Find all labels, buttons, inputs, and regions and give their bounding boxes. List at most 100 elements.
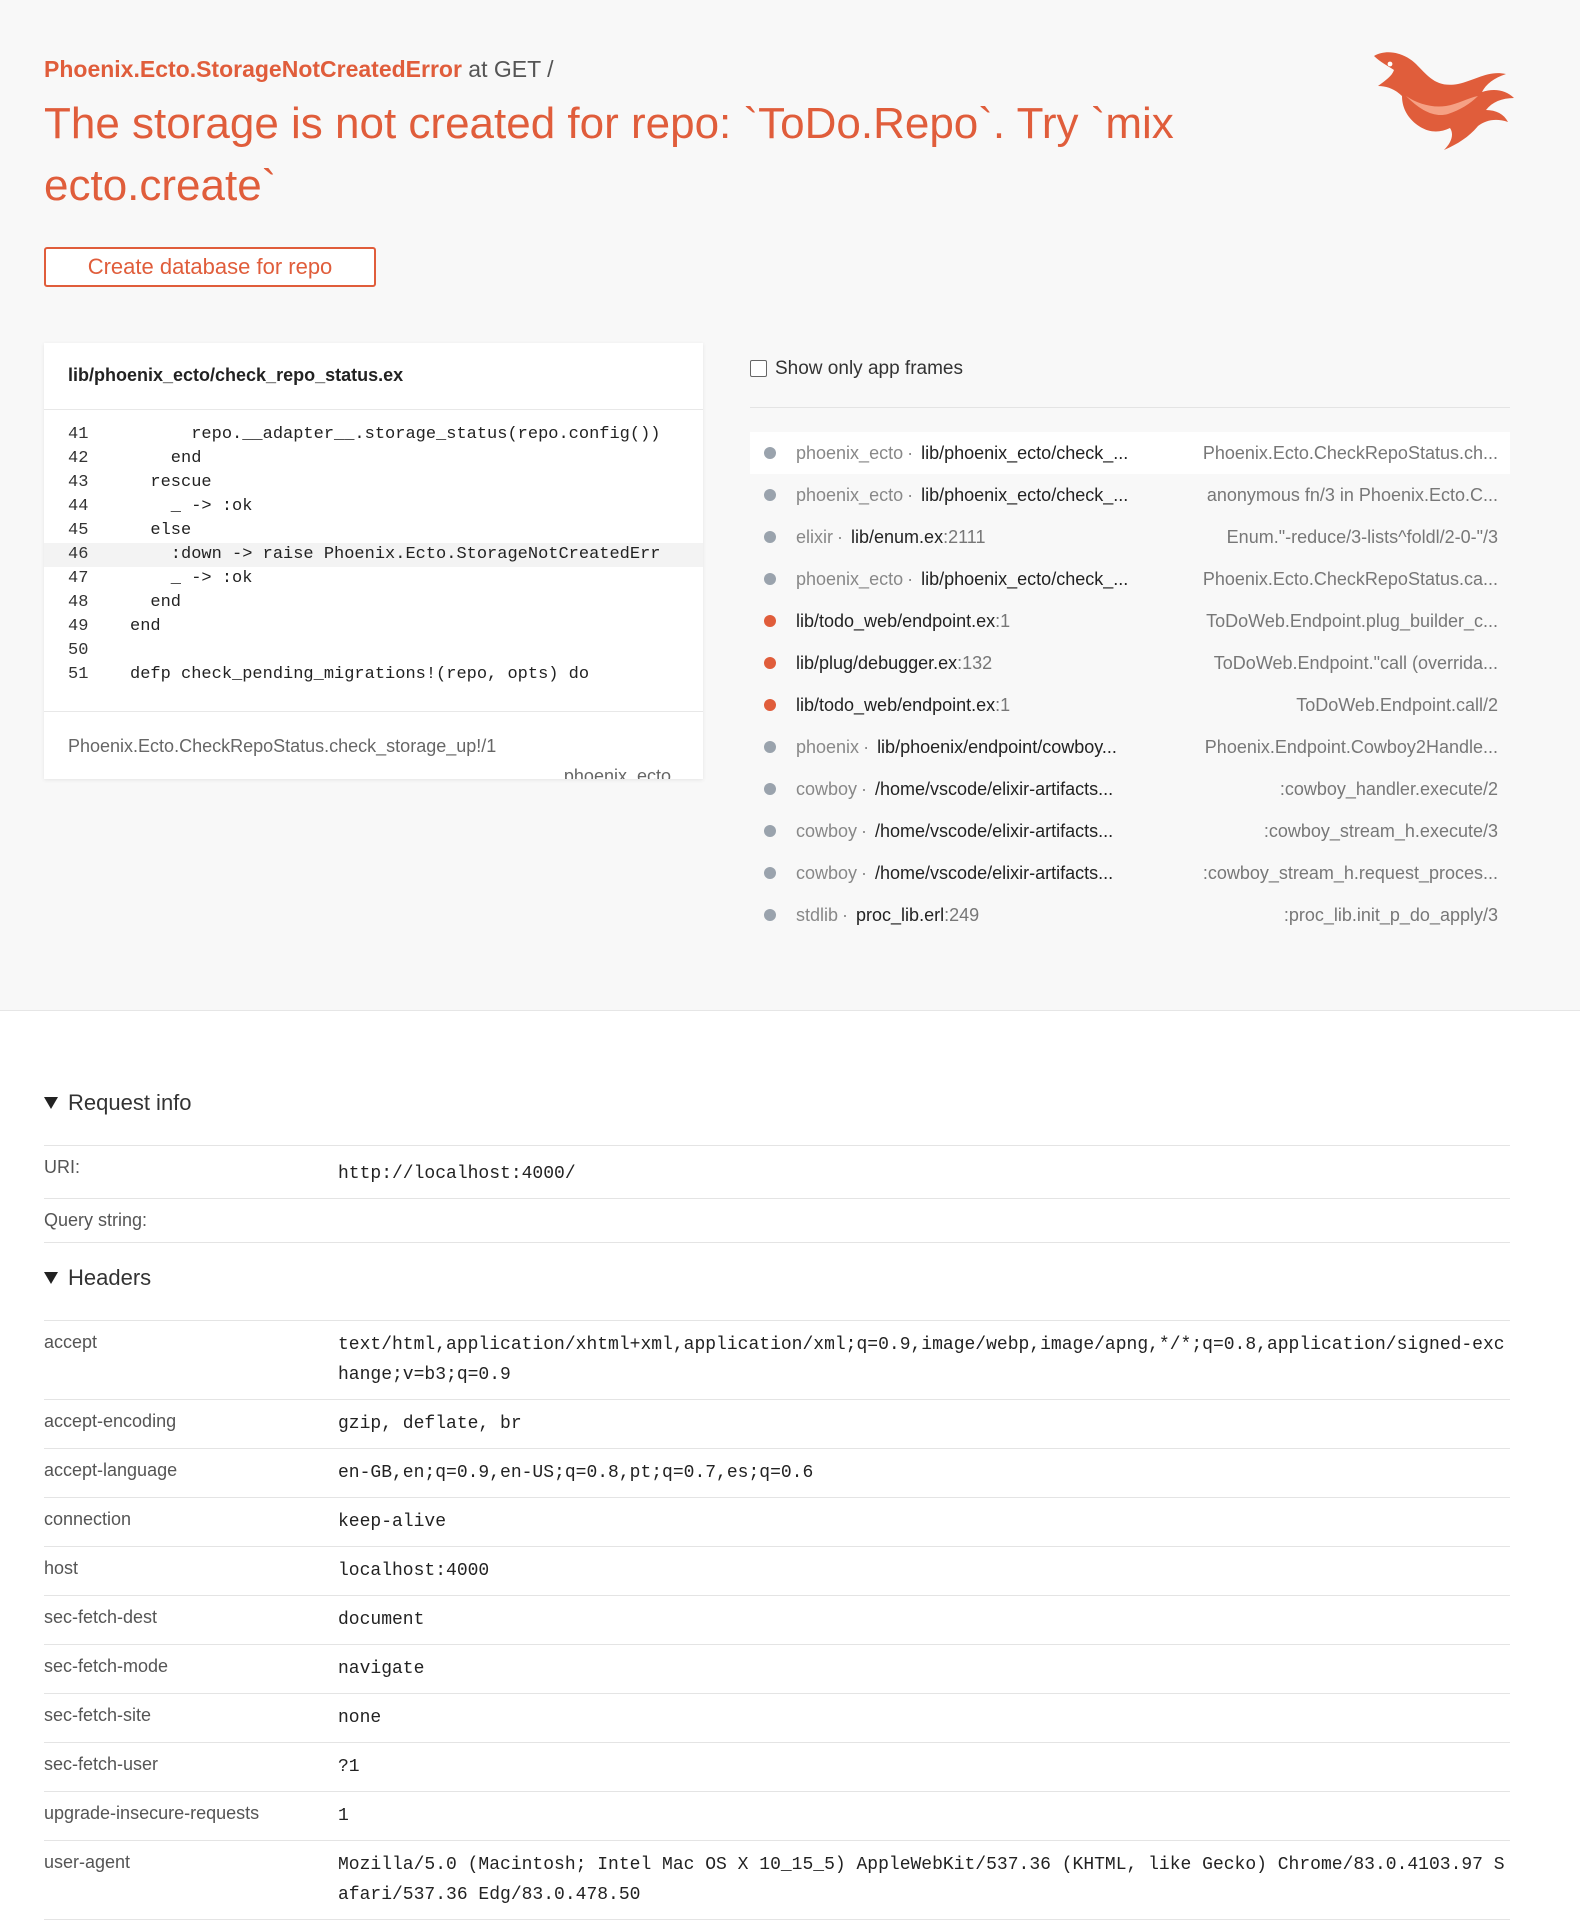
code-line: 45 else [44, 519, 703, 543]
code-line: 44 _ -> :ok [44, 495, 703, 519]
frame-line: :1 [995, 610, 1011, 631]
triangle-down-icon[interactable] [44, 1097, 58, 1109]
frame-location: cowboy · /home/vscode/elixir-artifacts... [750, 779, 1113, 800]
frame-function: Phoenix.Ecto.CheckRepoStatus.ch... [1202, 442, 1498, 463]
frame-separator: · [863, 736, 870, 757]
line-source: end [130, 617, 161, 636]
table-row: user-agent Mozilla/5.0 (Macintosh; Intel … [44, 1841, 1510, 1920]
stack-frame-app[interactable]: lib/todo_web/endpoint.ex:1 ToDoWeb.Endpo… [750, 684, 1510, 726]
row-key: URI: [44, 1157, 80, 1177]
request-route: at GET / [461, 56, 554, 82]
row-value: ?1 [338, 1757, 360, 1777]
row-key: sec-fetch-mode [44, 1656, 169, 1676]
stack-frame[interactable]: elixir · lib/enum.ex:2111 Enum."-reduce/3-… [750, 516, 1510, 558]
code-line: 51 defp check_pending_migrations!(repo, o… [44, 663, 703, 687]
line-number: 51 [68, 665, 89, 684]
table-row: accept text/html,application/xhtml+xml,ap… [44, 1321, 1510, 1400]
line-source: end [130, 593, 182, 612]
headers-toggle[interactable]: Headers [44, 1265, 151, 1291]
frame-location: elixir · lib/enum.ex:2111 [750, 527, 985, 548]
frame-function: ToDoWeb.Endpoint.call/2 [1296, 694, 1498, 715]
phoenix-logo-icon [1374, 52, 1514, 151]
exception-name: Phoenix.Ecto.StorageNotCreatedError [44, 56, 462, 82]
line-source: rescue [130, 473, 212, 492]
frame-dot [764, 909, 776, 921]
frame-app: phoenix_ecto [796, 568, 904, 589]
triangle-down-icon[interactable] [44, 1272, 58, 1284]
code-line: 50 [44, 639, 703, 663]
frame-dot [764, 615, 776, 627]
code-line: 41 repo.__adapter__.storage_status(repo.… [44, 423, 703, 447]
show-app-frames-toggle[interactable]: Show only app frames [750, 358, 1510, 408]
table-row: sec-fetch-dest document [44, 1596, 1510, 1645]
row-value: 1 [338, 1806, 349, 1826]
code-line: 43 rescue [44, 471, 703, 495]
row-value: en-GB,en;q=0.9,en-US;q=0.8,pt;q=0.7,es;q… [338, 1463, 814, 1483]
frame-function: Phoenix.Endpoint.Cowboy2Handle... [1204, 736, 1498, 757]
frame-separator: · [861, 778, 868, 799]
line-number: 43 [68, 473, 89, 492]
frame-location: cowboy · /home/vscode/elixir-artifacts... [750, 821, 1113, 842]
frame-file: /home/vscode/elixir-artifacts... [875, 862, 1114, 883]
stack-frame[interactable]: stdlib · proc_lib.erl:249 :proc_lib.init_p… [750, 894, 1510, 936]
frame-separator: · [907, 442, 914, 463]
frame-app: cowboy [796, 862, 858, 883]
frame-separator: · [907, 568, 914, 589]
stack-frame[interactable]: phoenix_ecto · lib/phoenix_ecto/check_... … [750, 432, 1510, 474]
code-lines: 41 repo.__adapter__.storage_status(repo.… [44, 423, 703, 687]
code-line: 49 end [44, 615, 703, 639]
stack-frame-app[interactable]: lib/plug/debugger.ex:132 ToDoWeb.Endpoin… [750, 642, 1510, 684]
line-number: 49 [68, 617, 89, 636]
error-header-section: Phoenix.Ecto.StorageNotCreatedError at G… [0, 0, 1580, 1011]
frame-separator: · [837, 526, 844, 547]
checkbox-icon[interactable] [750, 360, 767, 377]
frame-separator: · [861, 820, 868, 841]
frame-location: phoenix_ecto · lib/phoenix_ecto/check_... [750, 569, 1128, 590]
frame-separator: · [907, 484, 914, 505]
row-key: sec-fetch-site [44, 1705, 152, 1725]
stack-frame[interactable]: cowboy ·/home/vscode/elixir-artifacts... … [750, 810, 1510, 852]
line-source: _ -> :ok [130, 497, 253, 516]
line-source: defp check_pending_migrations!(repo, opt… [130, 665, 590, 684]
row-value: http://localhost:4000/ [338, 1164, 576, 1184]
headers-table: accept text/html,application/xhtml+xml,ap… [44, 1320, 1510, 1920]
frame-file: /home/vscode/elixir-artifacts... [875, 820, 1114, 841]
frame-separator: · [842, 904, 849, 925]
frame-dot [764, 741, 776, 753]
frame-location: lib/plug/debugger.ex:132 [750, 653, 992, 674]
row-value: keep-alive [338, 1512, 447, 1532]
code-frame-info: Phoenix.Ecto.CheckRepoStatus.check_stora… [44, 711, 703, 779]
frame-app: stdlib [796, 904, 839, 925]
code-line: 42 end [44, 447, 703, 471]
row-key: upgrade-insecure-requests [44, 1803, 260, 1823]
row-value: gzip, deflate, br [338, 1414, 522, 1434]
frame-app: phoenix [796, 736, 860, 757]
row-value: none [338, 1708, 382, 1728]
create-database-button[interactable]: Create database for repo [44, 247, 376, 287]
stack-frame[interactable]: cowboy ·/home/vscode/elixir-artifacts... … [750, 852, 1510, 894]
frame-function: Enum."-reduce/3-lists^foldl/2-0-"/3 [1226, 526, 1498, 547]
exception-heading: Phoenix.Ecto.StorageNotCreatedError at G… [44, 56, 554, 83]
code-file-path: lib/phoenix_ecto/check_repo_status.ex [44, 343, 703, 410]
frame-dot [764, 489, 776, 501]
frame-file: lib/phoenix/endpoint/cowboy... [877, 736, 1117, 757]
frame-app: cowboy [796, 778, 858, 799]
stack-frame[interactable]: phoenix · lib/phoenix/endpoint/cowboy... P… [750, 726, 1510, 768]
request-info-table: URI: http://localhost:4000/ Query string: [44, 1145, 1510, 1243]
frame-dot [764, 657, 776, 669]
row-key: user-agent [44, 1852, 131, 1872]
stack-frame[interactable]: phoenix_ecto · lib/phoenix_ecto/check_... … [750, 474, 1510, 516]
frame-function: Phoenix.Ecto.CheckRepoStatus.ca... [1202, 568, 1498, 589]
stacktrace-list: phoenix_ecto · lib/phoenix_ecto/check_... … [750, 432, 1510, 936]
frame-app: cowboy [796, 820, 858, 841]
row-value [338, 1199, 1510, 1242]
code-line-highlighted: 46 :down -> raise Phoenix.Ecto.StorageNo… [44, 543, 703, 567]
row-value: navigate [338, 1659, 425, 1679]
frame-dot [764, 825, 776, 837]
row-value: text/html,application/xhtml+xml,applicat… [338, 1335, 1505, 1385]
stack-frame[interactable]: cowboy ·/home/vscode/elixir-artifacts... … [750, 768, 1510, 810]
stack-frame-app[interactable]: lib/todo_web/endpoint.ex:1 ToDoWeb.Endpo… [750, 600, 1510, 642]
frame-dot [764, 573, 776, 585]
request-info-toggle[interactable]: Request info [44, 1090, 192, 1116]
stack-frame[interactable]: phoenix_ecto · lib/phoenix_ecto/check_... … [750, 558, 1510, 600]
